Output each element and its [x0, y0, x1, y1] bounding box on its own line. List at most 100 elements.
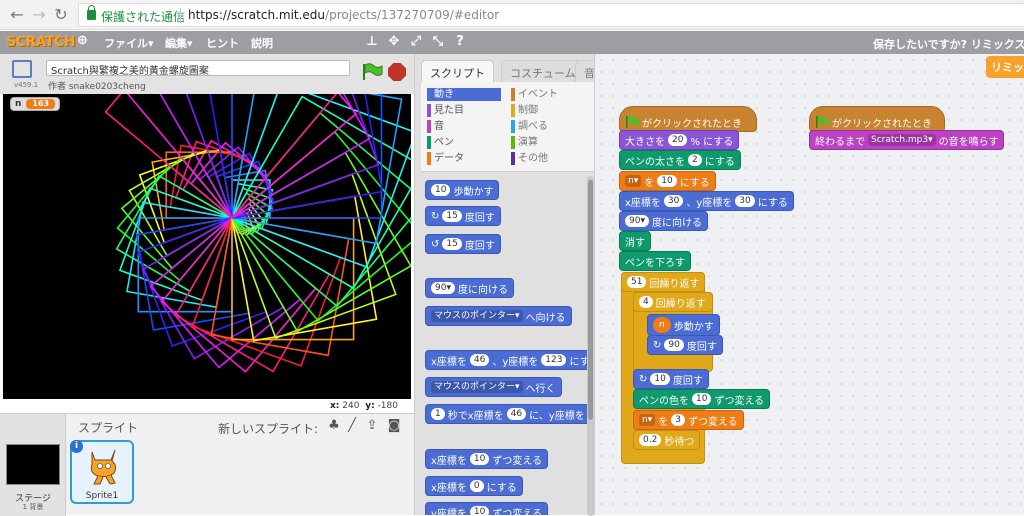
upload-icon[interactable]: ⇪: [364, 418, 380, 434]
set-x-block[interactable]: x座標を 0 にする: [425, 476, 523, 496]
category-0[interactable]: 動き: [427, 88, 501, 101]
fullscreen-icon[interactable]: [12, 60, 32, 78]
number-input[interactable]: 90: [664, 339, 684, 351]
set-pen-size-block[interactable]: ペンの太さを 2 にする: [619, 150, 741, 170]
x-input[interactable]: 46: [506, 408, 527, 420]
number-input[interactable]: 15: [442, 210, 462, 222]
menu-about[interactable]: 説明: [251, 35, 273, 51]
menu-edit[interactable]: 編集▾: [165, 35, 193, 51]
shrink-icon[interactable]: ⤡: [430, 33, 446, 51]
x-input[interactable]: 30: [663, 195, 684, 207]
direction-input[interactable]: 90▾: [431, 282, 455, 294]
number-input[interactable]: 10: [469, 506, 490, 515]
category-8[interactable]: 演算: [511, 136, 585, 149]
remix-button[interactable]: リミッ: [986, 56, 1024, 78]
forward-icon[interactable]: →: [30, 6, 48, 24]
globe-icon[interactable]: ⊕: [77, 33, 88, 48]
number-input[interactable]: 10: [650, 373, 670, 385]
sprite-library-icon[interactable]: ♣: [326, 418, 342, 434]
stage-canvas[interactable]: n 163: [3, 94, 411, 399]
change-x-block[interactable]: x座標を 10 ずつ変える: [425, 449, 549, 469]
back-icon[interactable]: ←: [8, 6, 26, 24]
turn-right-block-2[interactable]: ↻ 10 度回す: [633, 369, 709, 389]
category-7[interactable]: 調べる: [511, 120, 585, 133]
sound-dropdown[interactable]: Scratch.mp3▾: [868, 134, 936, 146]
stamp-icon[interactable]: ⊥: [364, 33, 380, 51]
seconds-input[interactable]: 1: [431, 408, 445, 420]
move-steps-block[interactable]: 10 歩動かす: [425, 180, 500, 200]
number-input[interactable]: 3: [671, 414, 685, 426]
goto-target-block[interactable]: マウスのポインター▾ へ行く: [425, 377, 562, 397]
camera-icon[interactable]: ◙: [386, 418, 402, 434]
grow-icon[interactable]: ⤢: [408, 33, 424, 51]
scripts-area[interactable]: がクリックされたとき 大きさを 20% にする ペンの太さを 2 にする n▾ を 10 に…: [594, 54, 1024, 515]
project-title-input[interactable]: Scratch與繁複之美的黃金螺旋圖案: [46, 60, 350, 76]
number-input[interactable]: 15: [442, 238, 462, 250]
info-icon[interactable]: i: [70, 440, 83, 453]
direction-input[interactable]: 90▾: [625, 215, 649, 227]
clear-block[interactable]: 消す: [619, 231, 651, 251]
number-input[interactable]: 10: [469, 453, 490, 465]
help-icon[interactable]: ?: [452, 33, 468, 51]
repeat-51-block[interactable]: 51 回繰り返す: [621, 272, 705, 292]
number-input[interactable]: 10: [431, 184, 451, 196]
set-size-block[interactable]: 大きさを 20% にする: [619, 130, 740, 150]
repeat-4-block[interactable]: 4 回繰り返す: [633, 292, 713, 312]
category-5[interactable]: イベント: [511, 88, 585, 101]
when-flag-clicked-hat[interactable]: がクリックされたとき: [619, 106, 757, 132]
target-dropdown[interactable]: マウスのポインター▾: [431, 310, 523, 322]
variable-dropdown[interactable]: n▾: [639, 414, 656, 426]
play-sound-until-done-block[interactable]: 終わるまで Scratch.mp3▾ の音を鳴らす: [809, 130, 1005, 150]
scratch-logo[interactable]: SCRATCH: [6, 34, 75, 50]
change-variable-block[interactable]: n▾ を 3 ずつ変える: [633, 410, 744, 430]
change-y-block[interactable]: y座標を 10 ずつ変える: [425, 502, 549, 515]
category-4[interactable]: データ: [427, 152, 501, 165]
reload-icon[interactable]: ↻: [52, 6, 70, 24]
tab-costumes[interactable]: コスチューム: [501, 60, 585, 82]
number-input[interactable]: 0.2: [639, 434, 662, 446]
y-input[interactable]: 123: [541, 354, 567, 366]
move-steps-block[interactable]: n 歩動かす: [647, 314, 720, 336]
goto-xy-block[interactable]: x座標を 30 、y座標を 30 にする: [619, 191, 794, 211]
category-9[interactable]: その他: [511, 152, 585, 165]
category-1[interactable]: 見た目: [427, 104, 501, 117]
move-icon[interactable]: ✥: [386, 33, 402, 51]
number-input[interactable]: 4: [639, 296, 653, 308]
number-input[interactable]: 0: [469, 480, 484, 492]
set-variable-block[interactable]: n▾ を 10 にする: [619, 171, 716, 191]
category-2[interactable]: 音: [427, 120, 501, 133]
change-pen-color-block[interactable]: ペンの色を 10 ずつ変える: [633, 389, 771, 409]
glide-block[interactable]: 1 秒でx座標を 46 に、y座標を: [425, 404, 591, 424]
stage-thumbnail[interactable]: [6, 444, 60, 485]
stop-icon[interactable]: [388, 63, 406, 81]
point-direction-block[interactable]: 90▾ 度に向ける: [619, 211, 708, 231]
number-input[interactable]: 10: [692, 393, 712, 405]
sprite-thumbnail[interactable]: i Sprite1: [70, 440, 134, 504]
palette-scrollbar[interactable]: [587, 176, 594, 516]
number-input[interactable]: 10: [657, 175, 677, 187]
number-input[interactable]: 20: [668, 134, 688, 146]
green-flag-icon[interactable]: [361, 63, 383, 81]
pen-down-block[interactable]: ペンを下ろす: [619, 251, 691, 271]
x-input[interactable]: 46: [469, 354, 490, 366]
menu-file[interactable]: ファイル▾: [104, 35, 154, 51]
turn-left-block[interactable]: ↺ 15 度回す: [425, 234, 501, 254]
tab-scripts[interactable]: スクリプト: [421, 60, 494, 82]
point-towards-block[interactable]: マウスのポインター▾ へ向ける: [425, 306, 572, 326]
y-input[interactable]: 30: [735, 195, 755, 207]
paint-brush-icon[interactable]: ╱: [344, 418, 360, 434]
category-3[interactable]: ペン: [427, 136, 501, 149]
address-bar[interactable]: 保護された通信 https://scratch.mit.edu/projects…: [78, 3, 1024, 27]
goto-xy-block[interactable]: x座標を 46 、y座標を 123 にす: [425, 350, 596, 370]
variable-dropdown[interactable]: n▾: [625, 175, 642, 187]
target-dropdown[interactable]: マウスのポインター▾: [431, 381, 523, 393]
variable-reporter[interactable]: n: [653, 317, 671, 333]
category-6[interactable]: 制御: [511, 104, 585, 117]
when-flag-clicked-hat-2[interactable]: がクリックされたとき: [809, 106, 945, 132]
turn-right-block[interactable]: ↻ 90 度回す: [647, 335, 723, 355]
number-input[interactable]: 2: [688, 154, 702, 166]
url-text[interactable]: https://scratch.mit.edu/projects/1372707…: [188, 8, 499, 22]
turn-right-block[interactable]: ↻ 15 度回す: [425, 206, 501, 226]
wait-block[interactable]: 0.2 秒待つ: [633, 430, 701, 450]
menu-tips[interactable]: ヒント: [206, 35, 239, 51]
